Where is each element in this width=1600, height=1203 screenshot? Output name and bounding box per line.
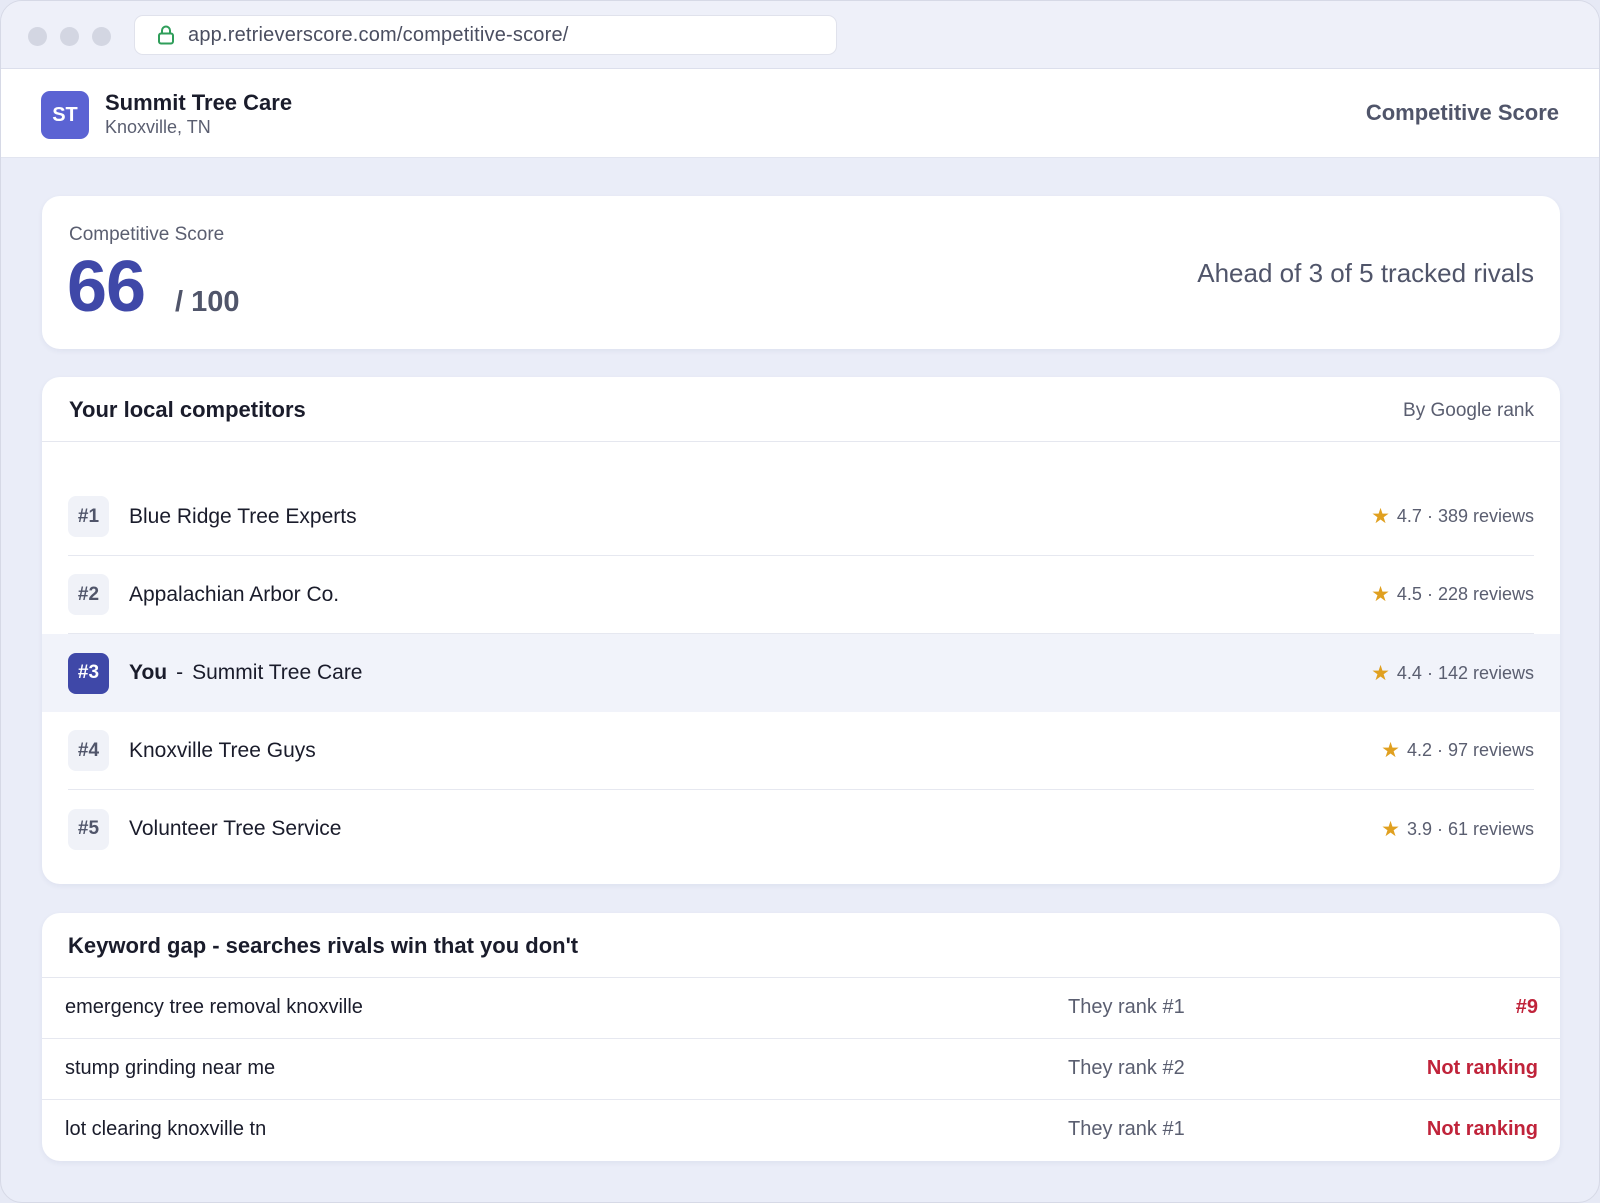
rival-rank: They rank #1 [1068, 1118, 1185, 1140]
url-text: app.retrieverscore.com/competitive-score… [188, 23, 569, 46]
window-minimize-dot[interactable] [60, 27, 79, 46]
lock-icon [158, 25, 174, 45]
page-title: Competitive Score [1365, 100, 1559, 125]
rank-badge: #1 [68, 496, 109, 537]
competitor-name: Appalachian Arbor Co. [129, 582, 340, 606]
keyword-gap-title: Keyword gap - searches rivals win that y… [68, 933, 579, 958]
keyword-gap-header: Keyword gap - searches rivals win that y… [42, 913, 1560, 978]
keyword-row[interactable]: emergency tree removal knoxville They ra… [42, 978, 1560, 1039]
address-bar[interactable]: app.retrieverscore.com/competitive-score… [134, 15, 837, 55]
score-label: Competitive Score [69, 224, 225, 245]
keyword-row[interactable]: stump grinding near me They rank #2 Not … [42, 1039, 1560, 1100]
competitor-name: Blue Ridge Tree Experts [129, 504, 357, 528]
app-header: ST Summit Tree Care Knoxville, TN Compet… [1, 69, 1599, 158]
competitor-row-you[interactable]: #3 You - Summit Tree Care ★ 4.4 · 142 re… [42, 634, 1560, 712]
you-separator: - [176, 661, 184, 684]
rival-rank: They rank #2 [1068, 1057, 1185, 1079]
rank-badge: #4 [68, 730, 109, 771]
avatar[interactable]: ST [41, 91, 89, 139]
rank-badge: #2 [68, 574, 109, 615]
star-icon: ★ [1381, 739, 1400, 762]
window-close-dot[interactable] [28, 27, 47, 46]
your-rank: Not ranking [1426, 1118, 1538, 1140]
rank-badge-you: #3 [68, 652, 109, 694]
star-icon: ★ [1381, 817, 1400, 841]
competitors-card: Your local competitors By Google rank #1… [42, 377, 1560, 884]
browser-window: app.retrieverscore.com/competitive-score… [0, 0, 1600, 1203]
keyword-term: stump grinding near me [65, 1057, 276, 1079]
competitor-rating: ★ 4.4 · 142 reviews [1371, 661, 1534, 686]
window-maximize-dot[interactable] [92, 27, 111, 46]
sort-label[interactable]: By Google rank [1403, 400, 1534, 422]
score-card: Competitive Score 66 / 100 Ahead of 3 of… [42, 196, 1560, 349]
competitor-row[interactable]: #5 Volunteer Tree Service ★ 3.9 · 61 rev… [68, 790, 1534, 868]
rating-text: 4.5 · 228 reviews [1396, 584, 1534, 604]
rating-text: 4.7 · 389 reviews [1396, 506, 1534, 526]
competitors-title: Your local competitors [69, 397, 306, 422]
keyword-term: lot clearing knoxville tn [65, 1118, 267, 1140]
score-max: / 100 [175, 286, 240, 318]
competitor-name: Summit Tree Care [192, 661, 363, 684]
competitor-row[interactable]: #4 Knoxville Tree Guys ★ 4.2 · 97 review… [68, 712, 1534, 790]
your-rank: Not ranking [1426, 1057, 1538, 1079]
score-value: 66 [67, 247, 146, 327]
rivals-summary: Ahead of 3 of 5 tracked rivals [1197, 258, 1534, 288]
star-icon: ★ [1371, 661, 1390, 685]
your-rank: #9 [1515, 996, 1538, 1018]
competitor-rating: ★ 4.5 · 228 reviews [1371, 582, 1534, 607]
competitor-list: #1 Blue Ridge Tree Experts ★ 4.7 · 389 r… [42, 478, 1560, 868]
rival-rank: They rank #1 [1068, 996, 1185, 1018]
keyword-term: emergency tree removal knoxville [65, 996, 363, 1018]
business-name: Summit Tree Care [105, 90, 293, 115]
keyword-row[interactable]: lot clearing knoxville tn They rank #1 N… [42, 1100, 1560, 1161]
business-location: Knoxville, TN [105, 117, 211, 137]
competitor-row[interactable]: #2 Appalachian Arbor Co. ★ 4.5 · 228 rev… [68, 556, 1534, 634]
rating-text: 4.4 · 142 reviews [1396, 662, 1534, 683]
rating-text: 4.2 · 97 reviews [1406, 740, 1534, 760]
competitor-name: Knoxville Tree Guys [129, 738, 316, 762]
competitors-header: Your local competitors By Google rank [42, 377, 1560, 442]
competitor-name: Volunteer Tree Service [129, 817, 342, 840]
competitor-row[interactable]: #1 Blue Ridge Tree Experts ★ 4.7 · 389 r… [68, 478, 1534, 556]
competitor-rating: ★ 4.2 · 97 reviews [1381, 738, 1534, 763]
star-icon: ★ [1371, 583, 1390, 606]
keyword-gap-card: Keyword gap - searches rivals win that y… [42, 913, 1560, 1161]
competitor-rating: ★ 4.7 · 389 reviews [1371, 504, 1534, 529]
rank-badge: #5 [68, 808, 109, 850]
you-label: You [129, 661, 168, 684]
star-icon: ★ [1371, 505, 1390, 528]
rating-text: 3.9 · 61 reviews [1406, 818, 1534, 839]
browser-chrome: app.retrieverscore.com/competitive-score… [1, 1, 1599, 69]
competitor-rating: ★ 3.9 · 61 reviews [1381, 817, 1534, 842]
